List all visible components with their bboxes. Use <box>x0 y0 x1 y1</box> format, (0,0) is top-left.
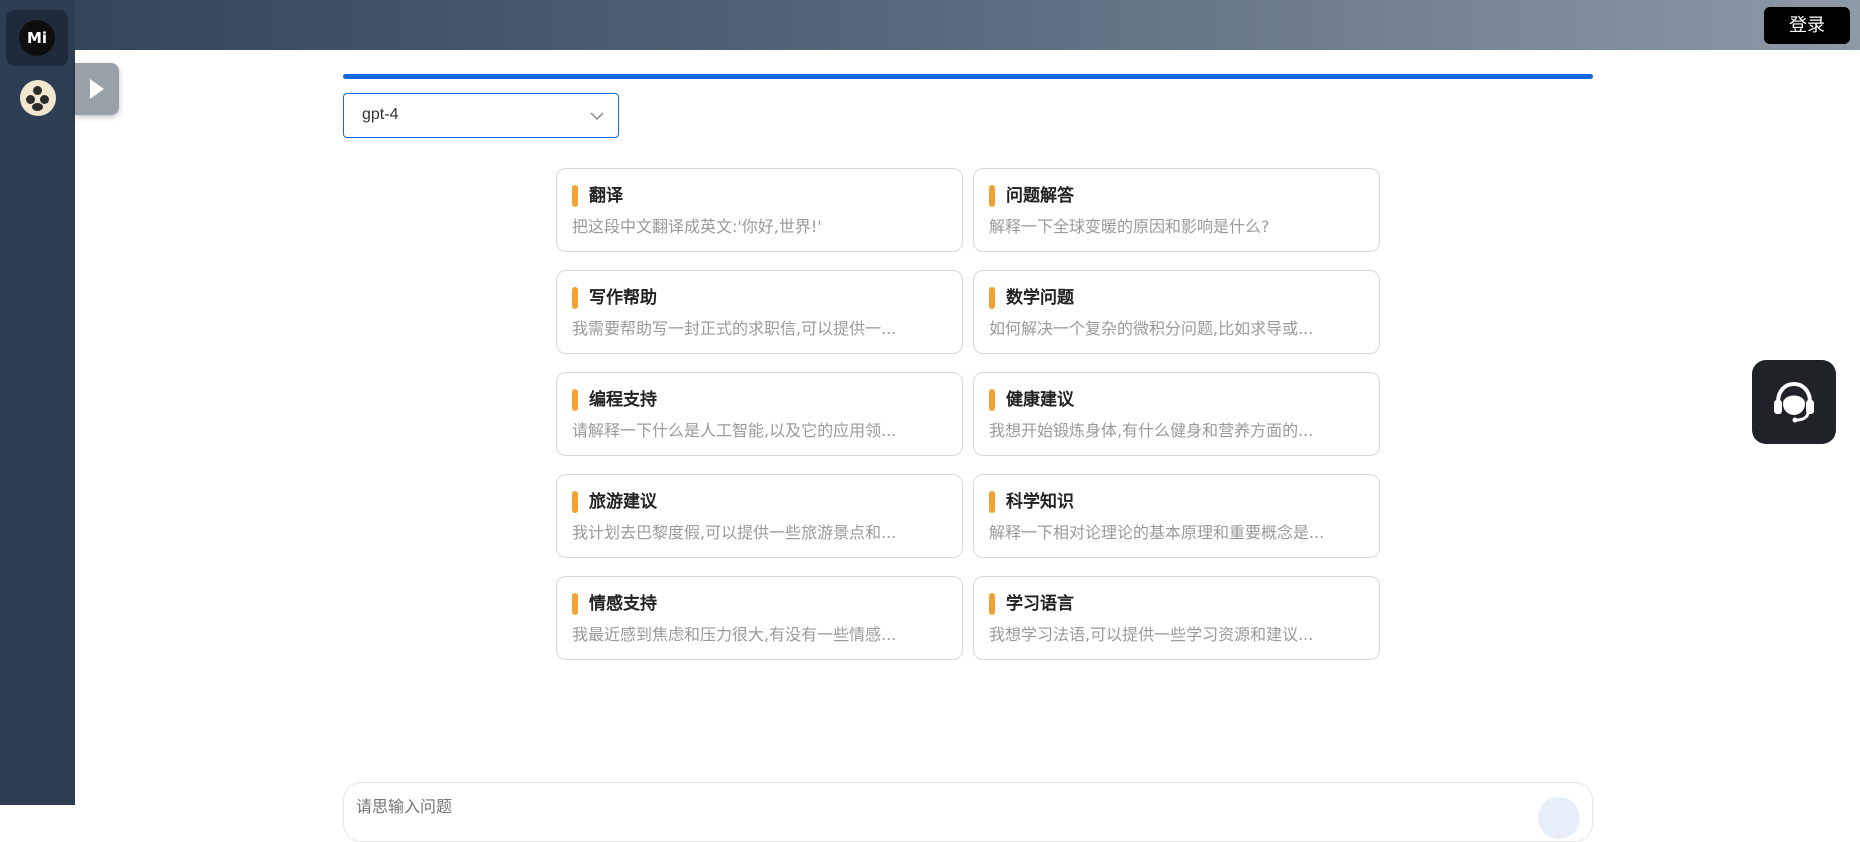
card-title: 编程支持 <box>589 390 657 410</box>
logo[interactable]: Mi <box>6 10 68 66</box>
card-title: 旅游建议 <box>589 492 657 512</box>
card-accent-bar <box>572 185 578 207</box>
card-description: 把这段中文翻译成英文:'你好,世界!' <box>572 217 822 236</box>
prompt-card[interactable]: 编程支持 请解释一下什么是人工智能,以及它的应用领... <box>556 372 963 456</box>
card-title: 写作帮助 <box>589 288 657 308</box>
card-accent-bar <box>989 593 995 615</box>
login-button[interactable]: 登录 <box>1764 7 1850 44</box>
user-avatar-icon[interactable] <box>20 80 56 116</box>
send-button[interactable] <box>1538 797 1580 839</box>
prompt-card[interactable]: 数学问题 如何解决一个复杂的微积分问题,比如求导或... <box>973 270 1380 354</box>
prompt-card[interactable]: 科学知识 解释一下相对论理论的基本原理和重要概念是... <box>973 474 1380 558</box>
customer-service-button[interactable] <box>1752 360 1836 444</box>
chevron-down-icon <box>590 112 604 121</box>
card-accent-bar <box>572 389 578 411</box>
card-title: 科学知识 <box>1006 492 1074 512</box>
card-description: 我计划去巴黎度假,可以提供一些旅游景点和... <box>572 523 897 542</box>
prompt-card[interactable]: 问题解答 解释一下全球变暖的原因和影响是什么? <box>973 168 1380 252</box>
progress-bar <box>343 74 1593 79</box>
card-description: 解释一下相对论理论的基本原理和重要概念是... <box>989 523 1325 542</box>
model-select-value: gpt-4 <box>362 106 399 123</box>
card-title: 学习语言 <box>1006 594 1074 614</box>
chevron-right-icon <box>90 79 104 99</box>
card-title: 问题解答 <box>1006 186 1074 206</box>
customer-service-headset-icon <box>1774 381 1814 423</box>
prompt-card[interactable]: 翻译 把这段中文翻译成英文:'你好,世界!' <box>556 168 963 252</box>
card-description: 我想学习法语,可以提供一些学习资源和建议... <box>989 625 1314 644</box>
prompt-card[interactable]: 情感支持 我最近感到焦虑和压力很大,有没有一些情感... <box>556 576 963 660</box>
sidebar: Mi <box>0 0 75 805</box>
card-title: 翻译 <box>589 186 623 206</box>
card-title: 健康建议 <box>1006 390 1074 410</box>
card-accent-bar <box>989 389 995 411</box>
card-accent-bar <box>989 185 995 207</box>
card-description: 如何解决一个复杂的微积分问题,比如求导或... <box>989 319 1314 338</box>
sidebar-toggle-button[interactable] <box>75 63 119 115</box>
top-bar: 登录 <box>75 0 1860 50</box>
chat-input-box[interactable] <box>343 782 1593 842</box>
mi-logo-icon: Mi <box>19 20 55 56</box>
card-description: 请解释一下什么是人工智能,以及它的应用领... <box>572 421 897 440</box>
prompt-card[interactable]: 写作帮助 我需要帮助写一封正式的求职信,可以提供一... <box>556 270 963 354</box>
prompt-card[interactable]: 学习语言 我想学习法语,可以提供一些学习资源和建议... <box>973 576 1380 660</box>
card-accent-bar <box>572 593 578 615</box>
card-accent-bar <box>989 491 995 513</box>
card-accent-bar <box>989 287 995 309</box>
card-title: 情感支持 <box>589 594 657 614</box>
card-title: 数学问题 <box>1006 288 1074 308</box>
model-select[interactable]: gpt-4 <box>343 93 619 138</box>
card-description: 解释一下全球变暖的原因和影响是什么? <box>989 217 1270 236</box>
card-description: 我想开始锻炼身体,有什么健身和营养方面的... <box>989 421 1314 440</box>
card-description: 我需要帮助写一封正式的求职信,可以提供一... <box>572 319 897 338</box>
question-input[interactable] <box>356 791 1356 821</box>
card-accent-bar <box>572 491 578 513</box>
prompt-card[interactable]: 健康建议 我想开始锻炼身体,有什么健身和营养方面的... <box>973 372 1380 456</box>
card-accent-bar <box>572 287 578 309</box>
prompt-card[interactable]: 旅游建议 我计划去巴黎度假,可以提供一些旅游景点和... <box>556 474 963 558</box>
card-description: 我最近感到焦虑和压力很大,有没有一些情感... <box>572 625 897 644</box>
